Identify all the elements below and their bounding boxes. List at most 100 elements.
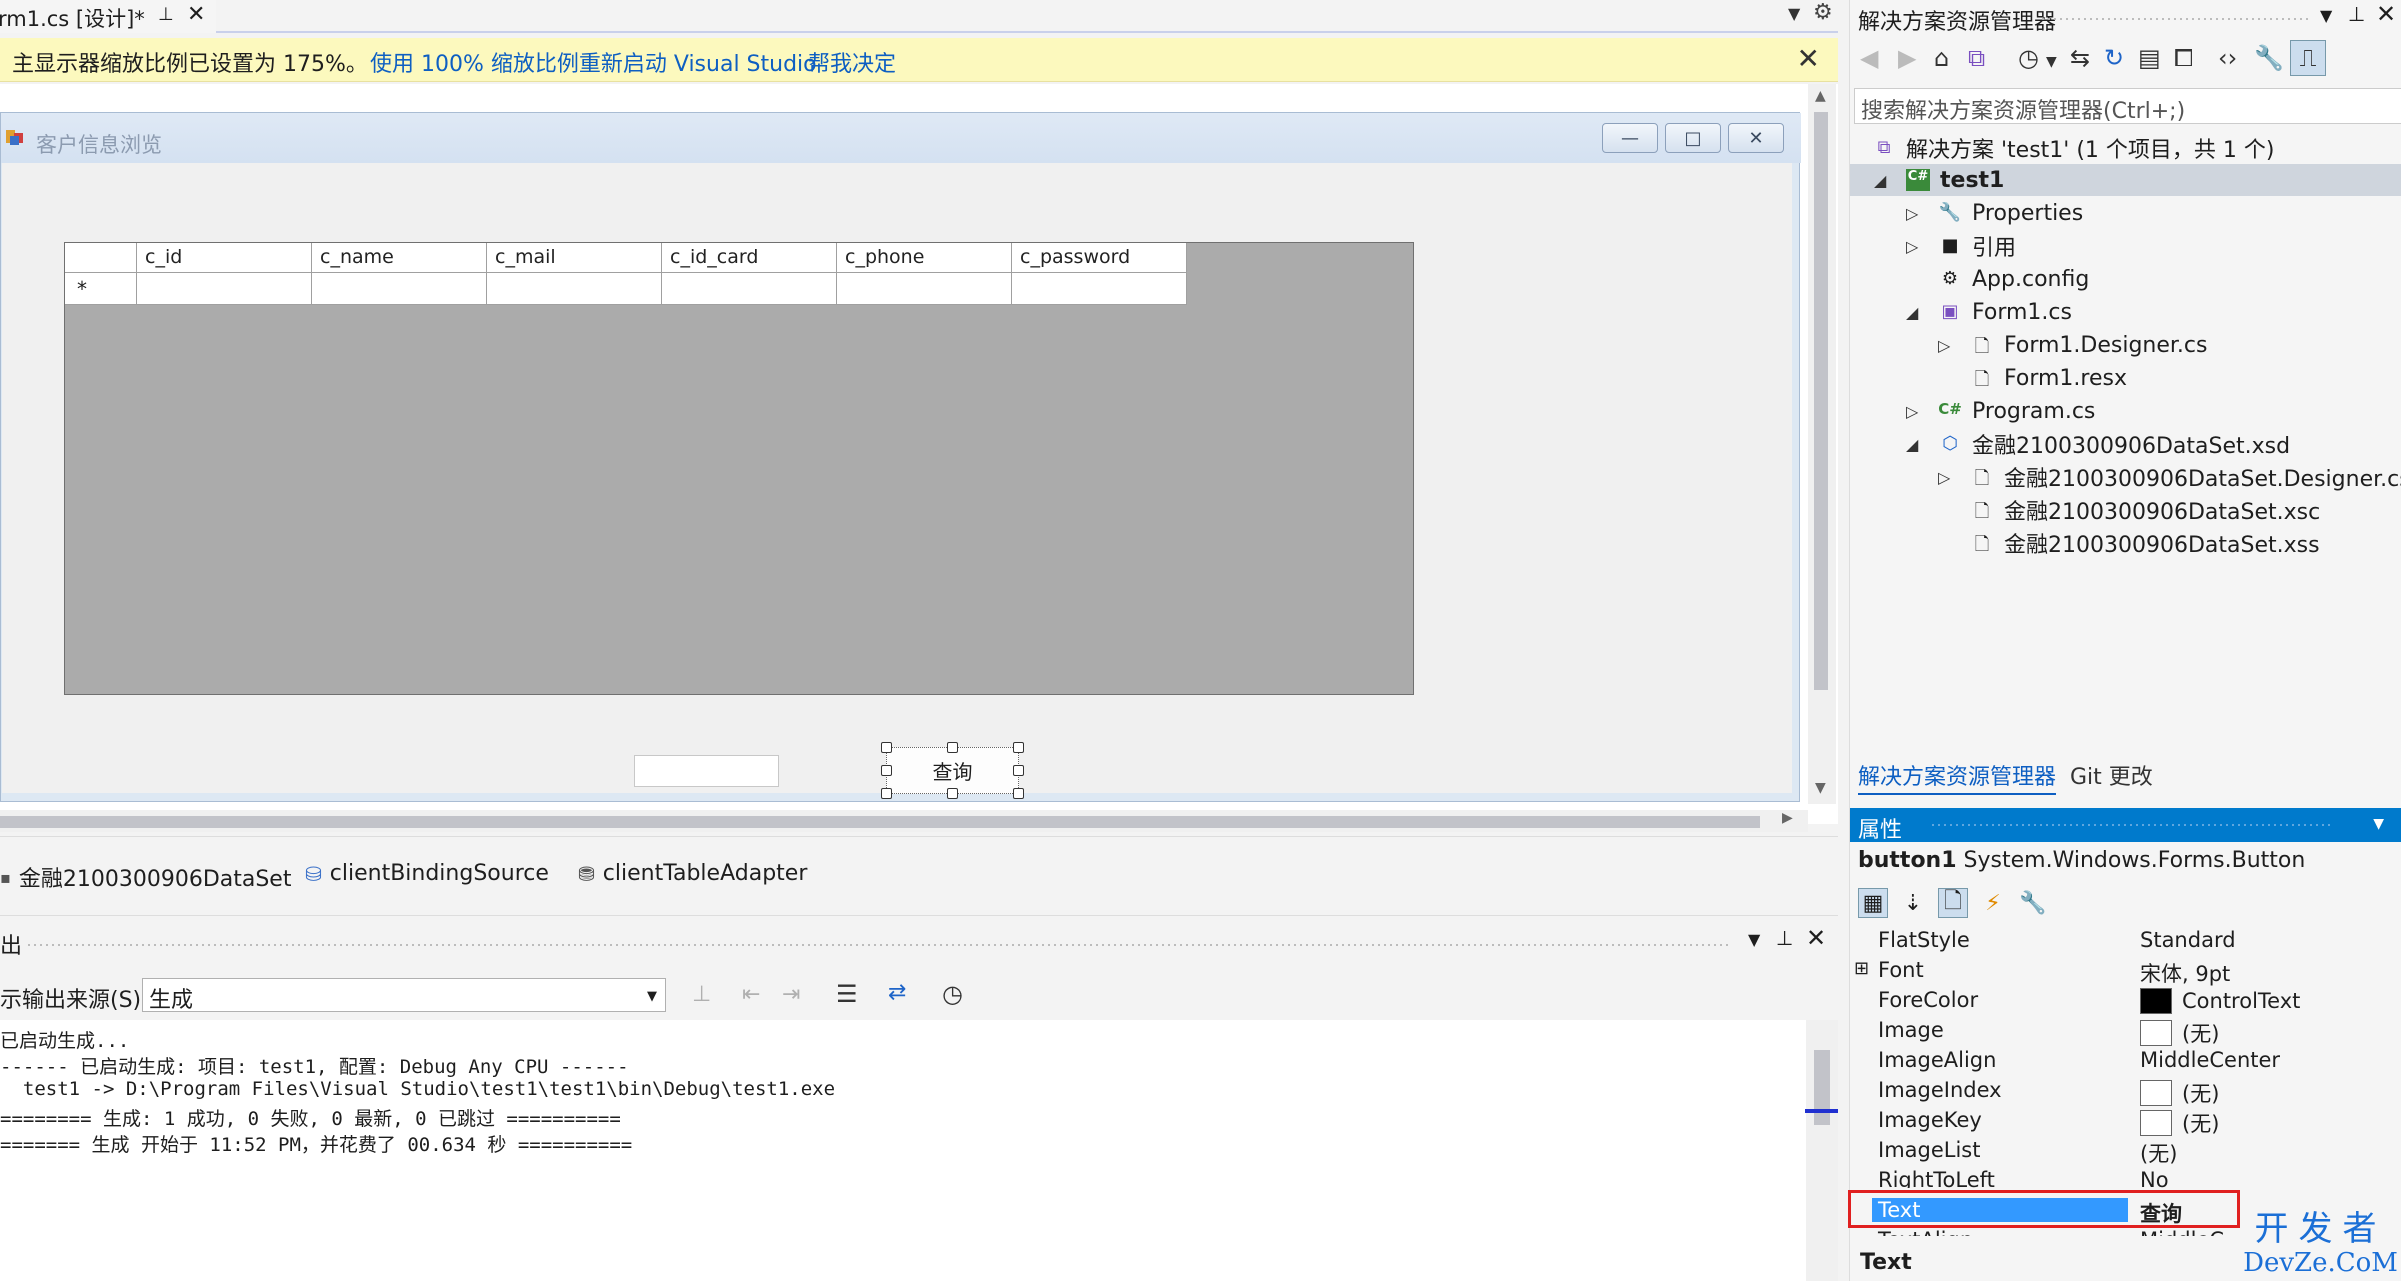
chevron-down-icon[interactable]: ▼ — [1788, 4, 1800, 23]
output-text[interactable]: 已启动生成... ------ 已启动生成: 项目: test1, 配置: De… — [0, 1020, 1806, 1281]
output-vertical-scrollbar[interactable] — [1806, 1020, 1838, 1281]
tab-git-changes[interactable]: Git 更改 — [2070, 759, 2153, 791]
property-value[interactable]: 宋体, 9pt — [2140, 958, 2230, 988]
pending-changes-icon[interactable]: ◷ — [2018, 44, 2039, 72]
grid-column-header[interactable]: c_password — [1012, 243, 1187, 273]
resize-handle[interactable] — [947, 742, 958, 753]
property-value[interactable]: (无) — [2140, 1078, 2219, 1108]
property-value[interactable]: MiddleCenter — [2140, 1048, 2280, 1072]
property-row[interactable]: ImageAlign MiddleCenter — [1850, 1046, 2401, 1076]
gear-icon[interactable]: ⚙ — [1813, 0, 1833, 25]
form-preview[interactable]: 客户信息浏览 — □ ✕ c_id c_name c_mail c_id_car… — [0, 112, 1801, 802]
grid-cell[interactable] — [312, 273, 487, 305]
collapsed-arrow-icon[interactable]: ▷ — [1938, 468, 1950, 487]
word-wrap-icon[interactable]: ⇄ — [888, 980, 906, 1005]
minimize-button[interactable]: — — [1602, 123, 1658, 153]
grid-column-header[interactable]: c_phone — [837, 243, 1012, 273]
resize-handle[interactable] — [881, 765, 892, 776]
grid-cell[interactable] — [487, 273, 662, 305]
tree-node-properties[interactable]: ▷ 🔧 Properties — [1906, 197, 2083, 229]
tab-form1-designer[interactable]: rm1.cs [设计]* ⊥ ✕ — [0, 0, 216, 33]
switch-views-icon[interactable]: ⧉ — [1968, 44, 1985, 72]
property-row[interactable]: ImageKey (无) — [1850, 1106, 2401, 1136]
clock-icon[interactable]: ◷ — [942, 980, 963, 1008]
restart-link[interactable]: 使用 100% 缩放比例重新启动 Visual Studio — [370, 46, 817, 78]
tree-node-references[interactable]: ▷ ■ 引用 — [1906, 230, 2016, 262]
chevron-down-icon[interactable]: ▼ — [2046, 54, 2057, 70]
tab-solution-explorer[interactable]: 解决方案资源管理器 — [1858, 759, 2057, 795]
close-icon[interactable]: ✕ — [1806, 924, 1826, 952]
pin-icon[interactable]: ⊥ — [1776, 926, 1793, 950]
property-row[interactable]: ImageIndex (无) — [1850, 1076, 2401, 1106]
property-row[interactable]: ForeColor ControlText — [1850, 986, 2401, 1016]
property-row[interactable]: Image (无) — [1850, 1016, 2401, 1046]
scroll-right-icon[interactable]: ▶ — [1782, 810, 1793, 826]
show-all-files-icon[interactable]: ⧠ — [2174, 44, 2193, 72]
close-button[interactable]: ✕ — [1728, 123, 1784, 153]
preview-icon[interactable]: ⎍ — [2290, 40, 2326, 76]
property-row[interactable]: ⊞ Font 宋体, 9pt — [1850, 956, 2401, 986]
tree-node-form1[interactable]: ◢ ▣ Form1.cs — [1906, 296, 2072, 328]
collapsed-arrow-icon[interactable]: ▷ — [1906, 402, 1918, 421]
close-icon[interactable]: ✕ — [1797, 42, 1820, 75]
properties-object-selector[interactable]: button1 System.Windows.Forms.Button — [1858, 848, 2305, 873]
collapsed-arrow-icon[interactable]: ▷ — [1906, 237, 1918, 256]
resize-handle[interactable] — [881, 742, 892, 753]
expanded-arrow-icon[interactable]: ◢ — [1906, 303, 1918, 322]
property-value[interactable]: ControlText — [2140, 988, 2300, 1014]
tree-node-dataset-xsd[interactable]: ◢ ⬡ 金融2100300906DataSet.xsd — [1906, 428, 2290, 460]
property-value[interactable]: Standard — [2140, 928, 2236, 952]
scroll-down-icon[interactable]: ▼ — [1815, 780, 1826, 796]
property-row[interactable]: RightToLeft No — [1850, 1166, 2401, 1188]
tray-item-dataset[interactable]: ▪ 金融2100300906DataSet — [0, 861, 291, 893]
output-source-select[interactable]: 生成 ▼ — [142, 978, 666, 1013]
property-value[interactable]: MiddleC — [2140, 1228, 2224, 1236]
home-icon[interactable]: ⌂ — [1934, 44, 1949, 72]
resize-handle[interactable] — [1013, 742, 1024, 753]
close-icon[interactable]: ✕ — [2376, 0, 2396, 28]
query-textbox[interactable] — [634, 755, 779, 787]
expanded-arrow-icon[interactable]: ◢ — [1874, 171, 1886, 190]
grid-column-header[interactable]: c_id_card — [662, 243, 837, 273]
grid-column-header[interactable]: c_mail — [487, 243, 662, 273]
grid-cell[interactable] — [1012, 273, 1187, 305]
property-value[interactable]: (无) — [2140, 1108, 2219, 1138]
sync-icon[interactable]: ⇆ — [2070, 44, 2090, 72]
grid-column-header[interactable]: c_name — [312, 243, 487, 273]
property-value[interactable]: No — [2140, 1168, 2169, 1188]
resize-handle[interactable] — [1013, 788, 1024, 799]
grid-cell[interactable] — [137, 273, 312, 305]
pin-icon[interactable]: ⊥ — [2348, 2, 2365, 26]
tree-node-dataset-xss[interactable]: 🗋 金融2100300906DataSet.xss — [1970, 527, 2320, 559]
scroll-up-icon[interactable]: ▲ — [1815, 88, 1826, 104]
categorized-icon[interactable]: ▦ — [1858, 888, 1888, 918]
tree-node-dataset-xsc[interactable]: 🗋 金融2100300906DataSet.xsc — [1970, 494, 2320, 526]
tree-node-solution[interactable]: ⧉ 解决方案 'test1' (1 个项目，共 1 个) — [1872, 132, 2275, 164]
grid-cell[interactable] — [837, 273, 1012, 305]
scroll-thumb[interactable] — [1814, 112, 1828, 690]
tree-node-dataset-designer[interactable]: ▷ 🗋 金融2100300906DataSet.Designer.cs — [1938, 461, 2401, 493]
property-row[interactable]: ImageList (无) — [1850, 1136, 2401, 1166]
expanded-arrow-icon[interactable]: ◢ — [1906, 435, 1918, 454]
grid-cell[interactable] — [662, 273, 837, 305]
help-decide-link[interactable]: 帮我决定 — [808, 46, 896, 78]
resize-handle[interactable] — [947, 788, 958, 799]
tree-node-app-config[interactable]: ⚙ App.config — [1938, 263, 2089, 295]
chevron-down-icon[interactable]: ▼ — [2320, 6, 2332, 25]
view-code-icon[interactable]: ‹› — [2218, 44, 2237, 72]
designer-horizontal-scrollbar[interactable]: ▶ — [0, 810, 1808, 832]
tray-item-binding-source[interactable]: ⛁ clientBindingSource — [305, 861, 549, 886]
forward-icon[interactable]: ▶ — [1898, 44, 1916, 72]
data-grid-view[interactable]: c_id c_name c_mail c_id_card c_phone c_p… — [64, 242, 1414, 695]
property-pages-icon[interactable]: 🔧 — [2018, 888, 2048, 918]
resize-handle[interactable] — [881, 788, 892, 799]
scroll-thumb[interactable] — [0, 816, 1760, 828]
property-value[interactable]: (无) — [2140, 1018, 2219, 1048]
property-value[interactable]: (无) — [2140, 1138, 2177, 1168]
tree-node-program[interactable]: ▷ C# Program.cs — [1906, 395, 2095, 427]
collapse-all-icon[interactable]: ▤ — [2138, 44, 2161, 72]
expand-plus-icon[interactable]: ⊞ — [1854, 958, 1869, 979]
tray-item-table-adapter[interactable]: ⛃ clientTableAdapter — [578, 861, 807, 886]
collapsed-arrow-icon[interactable]: ▷ — [1906, 204, 1918, 223]
solution-search-input[interactable]: 搜索解决方案资源管理器(Ctrl+;) — [1854, 88, 2401, 124]
